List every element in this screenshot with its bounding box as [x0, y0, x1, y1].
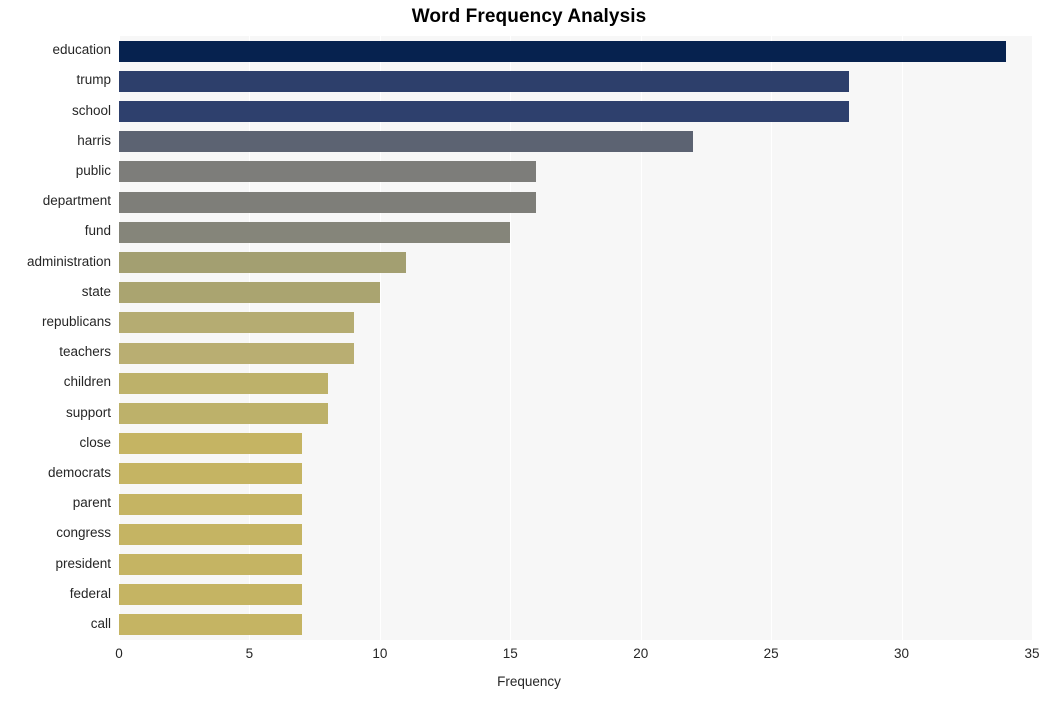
x-tick-label-35: 35 [1024, 646, 1040, 661]
bar-children [119, 372, 328, 394]
gridline-35 [1032, 36, 1033, 640]
bar-state [119, 282, 380, 304]
x-tick-label-0: 0 [115, 646, 123, 661]
chart-title: Word Frequency Analysis [411, 6, 647, 27]
y-tick-label-state: state [81, 283, 111, 299]
y-tick-label-federal: federal [69, 585, 111, 601]
bar-congress [119, 523, 302, 545]
y-tick-label-fund: fund [84, 223, 111, 239]
y-tick-label-congress: congress [56, 525, 111, 541]
y-tick-label-trump: trump [76, 72, 111, 88]
y-tick-label-call: call [90, 615, 111, 631]
bars-layer [119, 36, 1032, 640]
bar-support [119, 403, 328, 424]
x-tick-label-5: 5 [245, 646, 254, 661]
bar-republicans [119, 312, 354, 334]
y-axis: education trump school harris public departme… [0, 36, 111, 640]
y-tick-label-republicans: republicans [41, 313, 111, 329]
bar-president [119, 554, 302, 575]
y-tick-label-children: children [63, 374, 111, 390]
x-tick-label-10: 10 [372, 646, 388, 661]
bar-harris [119, 131, 693, 153]
y-tick-label-school: school [71, 102, 111, 118]
x-tick-label-30: 30 [894, 646, 910, 661]
y-tick-label-teachers: teachers [59, 344, 111, 360]
y-tick-label-democrats: democrats [47, 464, 111, 480]
bar-public [119, 161, 537, 183]
plot-area [119, 36, 1033, 640]
x-tick-label-25: 25 [763, 646, 779, 661]
x-tick-label-20: 20 [633, 646, 649, 661]
y-tick-label-administration: administration [26, 253, 111, 269]
y-tick-label-president: president [55, 555, 111, 571]
x-tick-label-15: 15 [502, 646, 518, 661]
bar-close [119, 433, 302, 455]
y-tick-label-department: department [42, 193, 111, 209]
bar-call [119, 614, 302, 636]
x-axis: 0 5 10 15 20 25 30 35 [115, 640, 1039, 670]
y-tick-label-public: public [75, 162, 111, 178]
word-frequency-bar-chart: Word Frequency Analysis education trump sc… [0, 0, 1058, 701]
bar-administration [119, 252, 406, 273]
bar-democrats [119, 463, 302, 485]
bar-trump [119, 70, 850, 92]
bar-department [119, 191, 537, 213]
y-tick-label-harris: harris [77, 132, 111, 148]
bar-federal [119, 584, 302, 606]
bar-parent [119, 493, 302, 515]
bar-fund [119, 221, 511, 243]
y-tick-label-parent: parent [72, 495, 111, 511]
bar-education [119, 40, 1006, 62]
bar-teachers [119, 342, 354, 364]
y-tick-label-close: close [79, 434, 111, 450]
y-tick-label-support: support [65, 404, 111, 420]
y-tick-label-education: education [52, 42, 111, 58]
x-axis-title: Frequency [497, 674, 561, 689]
bar-school [119, 101, 850, 122]
